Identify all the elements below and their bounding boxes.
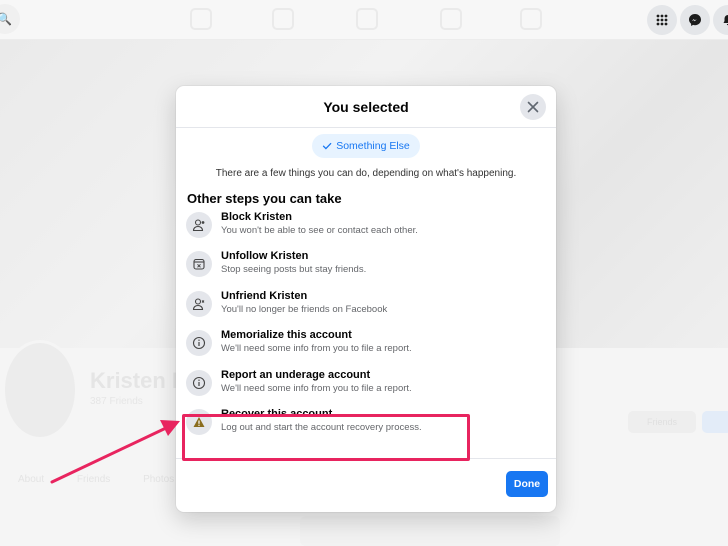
menu-grid-button[interactable] — [647, 5, 677, 35]
watch-icon[interactable] — [356, 8, 378, 30]
chip-label: Something Else — [336, 140, 410, 152]
option-label: Unfriend Kristen — [221, 289, 308, 302]
info-icon — [186, 369, 212, 396]
friends-count: 387 Friends — [90, 396, 143, 407]
bell-icon — [723, 15, 728, 26]
option-description: Log out and start the account recovery p… — [221, 421, 422, 433]
option-description: We'll need some info from you to file a … — [221, 343, 412, 355]
search-icon: 🔍 — [0, 12, 12, 26]
profile-avatar[interactable] — [2, 340, 78, 440]
warning-icon — [186, 408, 212, 435]
friends-nav-icon[interactable] — [272, 8, 294, 30]
section-title: Other steps you can take — [187, 191, 342, 206]
option-description: We'll need some info from you to file a … — [221, 382, 412, 394]
option-unfollow[interactable]: Unfollow Kristen Stop seeing posts but s… — [176, 249, 556, 288]
messenger-button[interactable] — [680, 5, 710, 35]
option-memorialize[interactable]: Memorialize this account We'll need some… — [176, 328, 556, 367]
dialog-header: You selected — [176, 86, 556, 128]
search-button[interactable]: 🔍 — [0, 4, 20, 34]
selected-reason-chip: Something Else — [312, 134, 420, 158]
option-label: Recover this account — [221, 407, 333, 420]
dialog-title: You selected — [323, 98, 409, 115]
grid-icon — [656, 14, 668, 26]
message-button[interactable] — [702, 411, 728, 433]
profile-name: Kristen F — [90, 368, 186, 393]
messenger-icon — [689, 14, 701, 26]
block-user-icon — [186, 212, 212, 238]
option-description: You won't be able to see or contact each… — [221, 225, 418, 236]
options-list: Block Kristen You won't be able to see o… — [176, 210, 556, 446]
option-recover-account[interactable]: Recover this account Log out and start t… — [176, 407, 556, 446]
unfollow-icon — [186, 251, 212, 278]
option-report-underage[interactable]: Report an underage account We'll need so… — [176, 368, 556, 407]
tab-friends[interactable]: Friends — [77, 474, 110, 485]
option-label: Report an underage account — [221, 368, 371, 381]
top-navigation-bar: 🔍 — [0, 0, 728, 40]
option-description: Stop seeing posts but stay friends. — [221, 264, 367, 276]
home-icon[interactable] — [190, 8, 212, 30]
option-label: Block Kristen — [221, 211, 292, 223]
marketplace-icon[interactable] — [440, 8, 462, 30]
groups-icon[interactable] — [520, 8, 542, 30]
option-description: You'll no longer be friends on Facebook — [221, 303, 388, 315]
tab-about[interactable]: About — [18, 474, 44, 485]
unfriend-icon — [186, 290, 212, 317]
close-button[interactable] — [520, 94, 546, 120]
intro-text: There are a few things you can do, depen… — [215, 168, 517, 179]
profile-tabs: About Friends Photos — [18, 474, 174, 485]
info-icon — [186, 330, 212, 357]
checkmark-icon — [323, 142, 332, 150]
option-label: Unfollow Kristen — [221, 250, 309, 263]
tab-photos[interactable]: Photos — [143, 474, 174, 485]
done-button[interactable]: Done — [506, 471, 548, 497]
notifications-button[interactable] — [713, 5, 728, 35]
close-icon — [527, 101, 539, 113]
post-composer[interactable] — [300, 516, 560, 546]
you-selected-dialog: You selected Something Else There are a … — [176, 86, 556, 512]
friends-button[interactable]: Friends — [628, 411, 696, 433]
option-unfriend[interactable]: Unfriend Kristen You'll no longer be fri… — [176, 289, 556, 328]
dialog-footer: Done — [176, 458, 556, 512]
option-block[interactable]: Block Kristen You won't be able to see o… — [176, 210, 556, 249]
option-label: Memorialize this account — [221, 329, 352, 342]
